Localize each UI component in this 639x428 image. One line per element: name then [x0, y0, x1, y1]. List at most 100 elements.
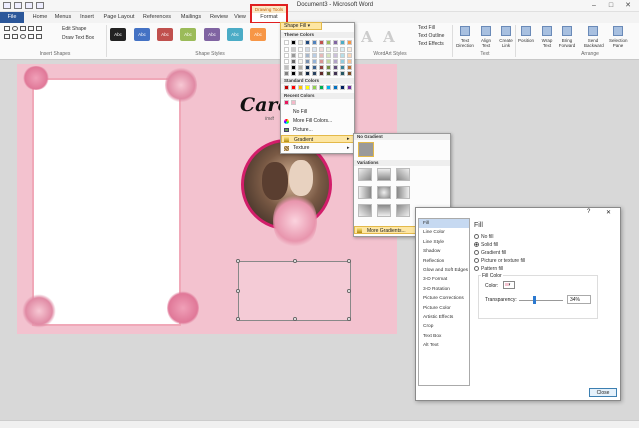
nav-item-crop[interactable]: Crop: [419, 322, 469, 331]
theme-color-swatch[interactable]: [326, 47, 331, 52]
theme-color-swatch[interactable]: [291, 40, 296, 45]
tab-format[interactable]: Format: [252, 13, 286, 22]
align-text-button[interactable]: Align Text: [477, 26, 495, 48]
callout-shape-icon[interactable]: [28, 34, 34, 39]
theme-color-swatch[interactable]: [305, 71, 310, 76]
nav-item-picture-color[interactable]: Picture Color: [419, 304, 469, 313]
theme-color-swatch[interactable]: [291, 59, 296, 64]
close-icon[interactable]: ✕: [606, 209, 611, 216]
theme-color-swatch[interactable]: [298, 53, 303, 58]
shape-style-2[interactable]: Abc: [134, 28, 150, 41]
theme-color-swatch[interactable]: [340, 59, 345, 64]
theme-color-swatch[interactable]: [319, 65, 324, 70]
theme-color-swatch[interactable]: [291, 47, 296, 52]
standard-color-swatch[interactable]: [305, 85, 310, 90]
shape-gallery[interactable]: [4, 26, 62, 48]
nav-item-3d-format[interactable]: 3-D Format: [419, 275, 469, 284]
resize-handle[interactable]: [293, 259, 297, 263]
arrow-shape-icon[interactable]: [28, 26, 34, 31]
theme-color-swatch[interactable]: [305, 47, 310, 52]
line-shape-icon[interactable]: [20, 26, 26, 31]
radio-icon[interactable]: [474, 250, 479, 256]
theme-color-swatch[interactable]: [326, 53, 331, 58]
tab-page-layout[interactable]: Page Layout: [101, 12, 137, 23]
oval-shape-icon[interactable]: [12, 26, 18, 31]
help-icon[interactable]: ?: [587, 209, 590, 215]
transparency-slider-track[interactable]: [519, 300, 563, 301]
theme-color-swatch[interactable]: [347, 65, 352, 70]
horizontal-scrollbar[interactable]: [0, 420, 639, 428]
theme-color-swatch[interactable]: [347, 59, 352, 64]
theme-color-swatch[interactable]: [284, 71, 289, 76]
nav-item-shadow[interactable]: Shadow: [419, 247, 469, 256]
dialog-title-bar[interactable]: ? ✕: [416, 208, 620, 217]
tab-file[interactable]: File: [0, 12, 24, 23]
no-gradient-swatch[interactable]: [358, 142, 374, 157]
recent-color-swatch[interactable]: [291, 100, 296, 105]
resize-handle[interactable]: [293, 317, 297, 321]
theme-color-swatch[interactable]: [312, 40, 317, 45]
selected-text-box[interactable]: [236, 259, 351, 321]
theme-color-swatch[interactable]: [326, 40, 331, 45]
theme-color-swatch[interactable]: [333, 40, 338, 45]
draw-text-box-button[interactable]: Draw Text Box: [62, 35, 94, 41]
gradient-item[interactable]: Gradient: [281, 135, 354, 143]
resize-handle[interactable]: [236, 259, 240, 263]
standard-color-swatch[interactable]: [319, 85, 324, 90]
recent-colors-row[interactable]: [284, 100, 304, 106]
theme-color-swatch[interactable]: [347, 40, 352, 45]
theme-color-swatch[interactable]: [333, 47, 338, 52]
theme-color-swatch[interactable]: [305, 53, 310, 58]
theme-color-swatch[interactable]: [326, 71, 331, 76]
theme-color-swatch[interactable]: [319, 59, 324, 64]
gradient-variations-grid[interactable]: [358, 168, 422, 224]
nav-item-reflection[interactable]: Reflection: [419, 257, 469, 266]
shape-style-5[interactable]: Abc: [204, 28, 220, 41]
wordart-style-2[interactable]: A: [380, 27, 398, 47]
resize-handle[interactable]: [236, 289, 240, 293]
theme-color-swatch[interactable]: [333, 59, 338, 64]
gradient-variation-swatch[interactable]: [396, 204, 410, 217]
standard-color-swatch[interactable]: [291, 85, 296, 90]
tab-view[interactable]: View: [232, 12, 248, 23]
nav-item-line-color[interactable]: Line Color: [419, 228, 469, 237]
picture-texture-fill-option[interactable]: Picture or texture fill: [474, 257, 525, 265]
theme-color-swatch[interactable]: [347, 71, 352, 76]
triangle-shape-icon[interactable]: [36, 26, 42, 31]
theme-color-swatch[interactable]: [333, 65, 338, 70]
theme-color-swatch[interactable]: [319, 71, 324, 76]
theme-color-swatch[interactable]: [284, 65, 289, 70]
nav-item-fill[interactable]: Fill: [419, 219, 469, 229]
theme-color-swatch[interactable]: [312, 71, 317, 76]
gradient-variation-swatch[interactable]: [396, 186, 410, 199]
theme-color-swatch[interactable]: [291, 71, 296, 76]
theme-color-swatch[interactable]: [340, 71, 345, 76]
theme-color-swatch[interactable]: [326, 65, 331, 70]
gradient-variation-swatch[interactable]: [377, 186, 391, 199]
text-effects-button[interactable]: Text Effects: [418, 41, 444, 47]
shape-style-6[interactable]: Abc: [227, 28, 243, 41]
gradient-variation-swatch[interactable]: [396, 168, 410, 181]
theme-color-swatch[interactable]: [291, 53, 296, 58]
wrap-text-button[interactable]: Wrap Text: [538, 26, 556, 48]
wordart-style-1[interactable]: A: [358, 27, 376, 47]
theme-color-swatch[interactable]: [340, 40, 345, 45]
theme-color-swatch[interactable]: [305, 65, 310, 70]
theme-color-swatch[interactable]: [298, 47, 303, 52]
nav-item-picture-corrections[interactable]: Picture Corrections: [419, 294, 469, 303]
gradient-variation-swatch[interactable]: [358, 186, 372, 199]
resize-handle[interactable]: [347, 259, 351, 263]
tab-mailings[interactable]: Mailings: [177, 12, 205, 23]
theme-color-swatch[interactable]: [298, 71, 303, 76]
standard-color-swatch[interactable]: [333, 85, 338, 90]
shape-style-1[interactable]: Abc: [110, 28, 126, 41]
radio-icon[interactable]: [474, 234, 479, 240]
tab-review[interactable]: Review: [207, 12, 231, 23]
texture-item[interactable]: Texture: [281, 144, 354, 152]
recent-color-swatch[interactable]: [284, 100, 289, 105]
close-button[interactable]: Close: [589, 388, 617, 397]
theme-color-swatch[interactable]: [305, 40, 310, 45]
star-shape-icon[interactable]: [4, 34, 10, 39]
textbox-shape-icon[interactable]: [36, 34, 42, 39]
standard-color-swatch[interactable]: [347, 85, 352, 90]
